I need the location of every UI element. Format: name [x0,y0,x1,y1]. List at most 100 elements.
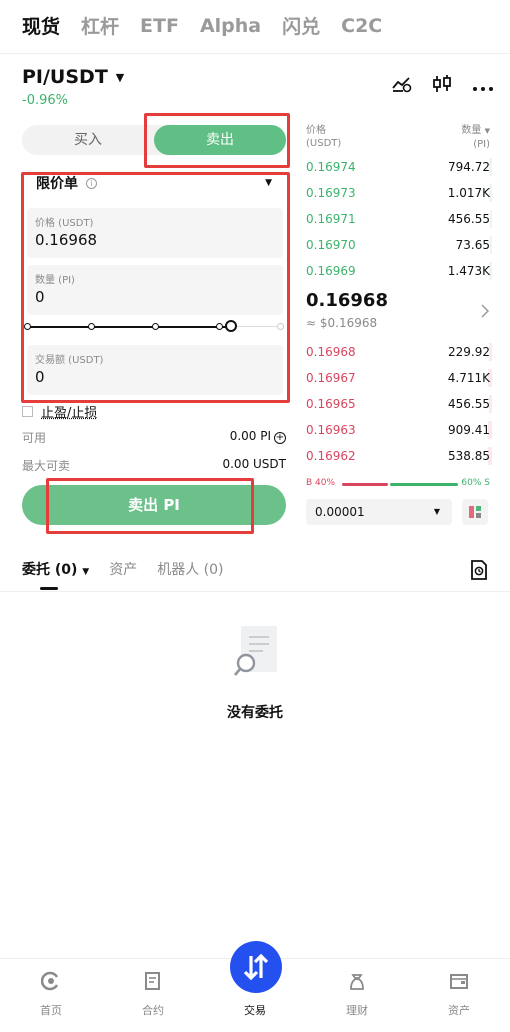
depth-bar [490,210,492,228]
available-value: 0.00 PI [229,429,271,443]
pair-selector[interactable]: PI/USDT ▼ [22,66,124,88]
orderbook-bid-row[interactable]: 0.16962 538.85 [306,443,492,469]
depth-bar [490,236,492,254]
wallet-icon [450,974,468,989]
divider [0,53,510,54]
add-funds-icon[interactable]: + [274,432,286,444]
futures-icon [145,972,160,990]
layout-icon [469,506,481,518]
bid-qty: 229.92 [448,345,490,359]
price-alert-icon[interactable] [392,75,412,97]
caret-down-icon: ▼ [115,70,125,84]
nav-home-label: 首页 [40,1004,62,1017]
highlight-order-form [21,172,290,403]
ask-price: 0.16969 [306,264,356,278]
bid-qty: 909.41 [448,423,490,437]
swap-arrows-icon [243,953,269,981]
buy-tab[interactable]: 买入 [22,125,154,155]
available-label: 可用 [22,431,47,445]
tab-assets[interactable]: 资产 [109,559,137,579]
ask-price: 0.16971 [306,212,356,226]
order-history-icon[interactable] [470,560,488,584]
orderbook-ask-row[interactable]: 0.16974 794.72 [306,154,492,180]
ask-qty: 456.55 [448,212,490,226]
nav-assets-label: 资产 [448,1004,470,1017]
tab-open-orders[interactable]: 委托 (0) ▼ [22,559,89,579]
precision-select[interactable]: 0.00001 ▼ [306,499,452,525]
market-tabs: 现货 杠杆 ETF Alpha 闪兑 C2C [22,12,382,39]
max-sell-row: 最大可卖 0.00 USDT [22,457,286,474]
bid-price: 0.16965 [306,397,356,411]
available-value-wrap: 0.00 PI + [230,429,286,446]
available-row: 可用 0.00 PI + [22,429,286,446]
trade-fab[interactable] [230,941,282,993]
tab-c2c[interactable]: C2C [341,15,382,37]
tab-open-orders-label: 委托 (0) [22,562,78,578]
empty-state-text: 没有委托 [227,705,283,721]
precision-value: 0.00001 [315,505,365,519]
price-change: -0.96% [22,93,68,108]
buy-ratio: B 40% [306,478,336,488]
chevron-right-icon[interactable] [481,304,490,322]
checkbox-icon[interactable] [22,406,33,417]
tpsl-label: 止盈/止损 [41,406,98,421]
bid-qty: 4.711K [447,371,490,385]
bid-price: 0.16962 [306,449,356,463]
ask-price: 0.16970 [306,238,356,252]
orderbook-layout-button[interactable] [462,499,488,525]
more-icon[interactable] [472,77,494,96]
ask-price: 0.16973 [306,186,356,200]
ask-qty: 1.017K [447,186,490,200]
pair-symbol: PI/USDT [22,66,108,88]
tab-spot[interactable]: 现货 [22,12,60,39]
last-price-usd: ≈ $0.16968 [306,316,378,330]
divider [0,591,510,592]
orderbook-bid-row[interactable]: 0.16967 4.711K [306,365,492,391]
max-sell-value: 0.00 USDT [222,457,286,471]
ob-price-unit: (USDT) [306,138,342,149]
tpsl-checkbox[interactable]: 止盈/止损 [22,402,97,421]
header-icons [392,74,494,98]
tab-alpha[interactable]: Alpha [200,15,261,37]
last-price: 0.16968 [306,290,388,311]
orderbook-ask-row[interactable]: 0.16969 1.473K [306,258,492,284]
ob-qty-header[interactable]: 数量 [461,125,481,136]
bid-price: 0.16967 [306,371,356,385]
ask-qty: 794.72 [448,160,490,174]
orderbook-bid-row[interactable]: 0.16968 229.92 [306,339,492,365]
buy-ratio-bar [342,483,388,486]
bid-qty: 456.55 [448,397,490,411]
bottom-nav: 首页 合约 交易 理财 资产 [0,941,510,1032]
earn-icon [350,974,364,990]
sell-ratio: 60% S [461,478,490,488]
bid-price: 0.16963 [306,423,356,437]
orderbook-ask-row[interactable]: 0.16973 1.017K [306,180,492,206]
orderbook-bid-row[interactable]: 0.16963 909.41 [306,417,492,443]
tab-convert[interactable]: 闪兑 [282,12,320,39]
nav-earn-label: 理财 [346,1004,368,1017]
max-sell-label: 最大可卖 [22,459,71,473]
highlight-sell-button [46,478,254,534]
ask-qty: 1.473K [447,264,490,278]
bid-qty: 538.85 [448,449,490,463]
nav-futures-label: 合约 [142,1004,164,1017]
ob-qty-unit: (PI) [473,139,490,150]
tab-etf[interactable]: ETF [140,15,179,37]
candlestick-chart-icon[interactable] [432,74,452,98]
dropdown-icon: ▼ [433,507,440,516]
ask-price: 0.16974 [306,160,356,174]
ask-qty: 73.65 [455,238,490,252]
tab-bots[interactable]: 机器人 (0) [157,559,223,579]
ob-price-header: 价格 [306,125,326,136]
orders-tabs: 委托 (0) ▼ 资产 机器人 (0) [22,559,224,579]
buy-sell-ratio: B 40% 60% S [306,478,490,490]
orderbook-ask-row[interactable]: 0.16970 73.65 [306,232,492,258]
orderbook-bid-row[interactable]: 0.16965 456.55 [306,391,492,417]
orderbook-ask-row[interactable]: 0.16971 456.55 [306,206,492,232]
bid-price: 0.16968 [306,345,356,359]
sell-ratio-bar [390,483,458,486]
tab-margin[interactable]: 杠杆 [81,12,119,39]
empty-document-icon [233,624,281,684]
active-tab-indicator [40,587,58,590]
home-icon [41,971,59,991]
